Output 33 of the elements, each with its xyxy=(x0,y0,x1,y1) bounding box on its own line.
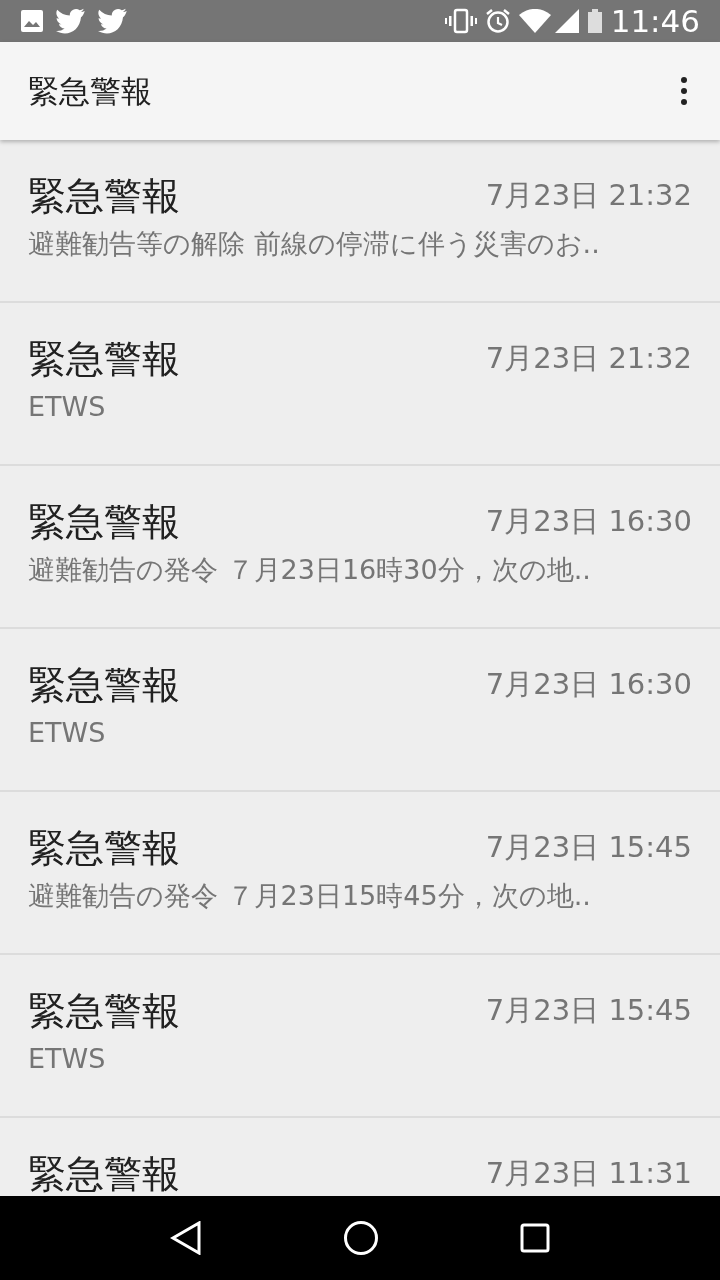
vibrate-icon xyxy=(444,8,477,34)
message-preview: 避難勧告の発令 ７月23日16時30分，次の地.. xyxy=(28,553,592,587)
message-title: 緊急警報 xyxy=(28,173,180,220)
message-preview: 避難勧告等の解除 前線の停滞に伴う災害のお.. xyxy=(28,227,601,261)
image-icon xyxy=(20,9,44,33)
message-preview: ETWS xyxy=(28,390,107,424)
message-preview: ETWS xyxy=(28,1042,107,1076)
battery-icon xyxy=(586,9,603,33)
message-title: 緊急警報 xyxy=(28,499,180,546)
bird-icon xyxy=(98,8,128,34)
status-time: 11:46 xyxy=(610,5,700,37)
back-icon[interactable] xyxy=(170,1221,203,1255)
message-time: 7月23日 15:45 xyxy=(485,829,692,867)
message-time: 7月23日 16:30 xyxy=(485,503,692,541)
signal-icon xyxy=(554,9,579,33)
message-preview: ETWS xyxy=(28,716,107,750)
wifi-icon xyxy=(518,9,551,33)
app-title: 緊急警報 xyxy=(28,71,153,111)
alarm-clock-icon xyxy=(484,8,511,34)
recents-icon[interactable] xyxy=(519,1223,550,1253)
message-title: 緊急警報 xyxy=(28,1151,180,1196)
message-time: 7月23日 15:45 xyxy=(485,992,692,1030)
message-time: 7月23日 11:31 xyxy=(485,1155,692,1193)
message-title: 緊急警報 xyxy=(28,662,180,709)
message-time: 7月23日 21:32 xyxy=(485,340,692,378)
message-time: 7月23日 21:32 xyxy=(485,177,692,215)
home-icon[interactable] xyxy=(343,1220,379,1256)
message-time: 7月23日 16:30 xyxy=(485,666,692,704)
message-preview: 避難勧告の発令 ７月23日15時45分，次の地.. xyxy=(28,879,592,913)
message-title: 緊急警報 xyxy=(28,988,180,1035)
message-title: 緊急警報 xyxy=(28,336,180,383)
bird-icon xyxy=(56,8,86,34)
message-title: 緊急警報 xyxy=(28,825,180,872)
